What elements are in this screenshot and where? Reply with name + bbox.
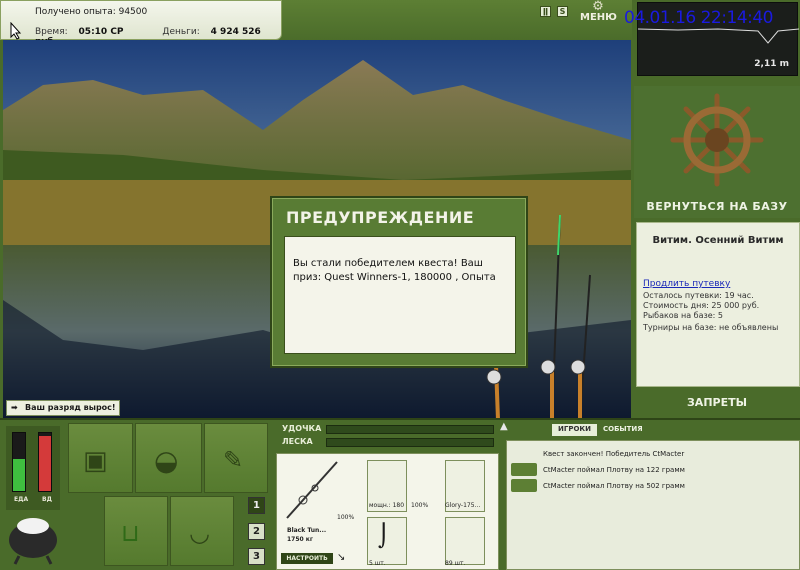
- dialog-message: Вы стали победителем квеста! Ваш приз: Q…: [284, 236, 516, 354]
- water-label: ВД: [42, 496, 52, 503]
- event-item: CtMacter поймал Плотву на 502 грамм: [543, 482, 685, 490]
- fish-icon: [511, 479, 537, 492]
- hooks-count: 5 шт.: [369, 560, 386, 567]
- rod-label: УДОЧКА: [282, 424, 322, 433]
- basket-icon: ⊔: [121, 519, 140, 547]
- arrow-down-right-icon: ↘: [337, 552, 346, 563]
- rod-weight: 1750 кг: [287, 536, 313, 543]
- return-to-base-button[interactable]: ВЕРНУТЬСЯ НА БАЗУ: [634, 200, 800, 213]
- depth-value: 2,11 m: [754, 59, 789, 69]
- experience-gained: Получено опыта: 94500: [35, 7, 148, 17]
- stat-day-cost: Стоимость дня: 25 000 руб.: [643, 301, 760, 310]
- hook-slot[interactable]: ⌡: [367, 517, 407, 565]
- rod-name: Black Tun...: [287, 527, 327, 534]
- rank-up-text: Ваш разряд вырос!: [25, 403, 116, 412]
- notes-slot[interactable]: ✎: [204, 423, 268, 493]
- cooking-pot-icon[interactable]: [6, 510, 60, 566]
- needs-meters: ЕДА ВД: [6, 426, 60, 510]
- dialog-title: ПРЕДУПРЕЖДЕНИЕ: [286, 208, 475, 227]
- warning-dialog: ПРЕДУПРЕЖДЕНИЕ Вы стали победителем квес…: [270, 196, 528, 368]
- rod-3[interactable]: [570, 274, 591, 420]
- setup-button[interactable]: НАСТРОИТЬ: [281, 553, 333, 564]
- fish-icon: [511, 463, 537, 476]
- stat-permit-left: Осталось путевки: 19 час.: [643, 291, 754, 300]
- bait-count: 89 шт.: [445, 560, 466, 567]
- base-panel: [634, 86, 800, 218]
- stat-tournaments: Турниры на базе: не объявлены: [643, 323, 779, 332]
- tackle-box-icon: ▣: [83, 446, 108, 476]
- pencil-icon: ✎: [223, 446, 244, 474]
- tackle-panel: Black Tun... 1750 кг 100% НАСТРОИТЬ ↘ мо…: [276, 453, 499, 570]
- slot-3-button[interactable]: 3: [248, 548, 265, 565]
- rod-tension-bar: [326, 425, 494, 434]
- rank-up-notice[interactable]: ➡ Ваш разряд вырос!: [6, 400, 120, 416]
- stat-anglers: Рыбаков на базе: 5: [643, 311, 723, 320]
- extend-permit-link[interactable]: Продлить путевку: [643, 279, 730, 289]
- food-label: ЕДА: [14, 496, 29, 503]
- reel-percent: 100%: [411, 502, 429, 509]
- events-panel: Квест закончен! Победитель CtMacter CtMa…: [506, 440, 800, 570]
- rod-1[interactable]: [486, 364, 502, 420]
- line-label: ЛЕСКА: [282, 437, 313, 446]
- mouse-cursor-icon: [10, 22, 22, 40]
- menu-button[interactable]: ⚙ МЕНЮ: [580, 0, 617, 24]
- food-basket-slot[interactable]: ⊔: [104, 496, 168, 566]
- bucket-slot[interactable]: ◡: [170, 496, 234, 566]
- sound-icon[interactable]: S: [557, 6, 568, 17]
- bag-slot[interactable]: ◒: [135, 423, 202, 493]
- water-meter: [38, 432, 52, 492]
- food-meter: [12, 432, 26, 492]
- tab-events[interactable]: СОБЫТИЯ: [597, 424, 649, 436]
- arrow-right-icon: ➡: [11, 403, 18, 412]
- location-name: Витим. Осенний Витим: [652, 235, 784, 246]
- money-label: Деньги:: [162, 27, 200, 37]
- player-info-box: Получено опыта: 94500 Время: 05:10 СР Де…: [0, 0, 282, 47]
- gear-icon: ⚙: [592, 0, 604, 14]
- header-icons: ǁ S: [540, 6, 568, 17]
- time-value: 05:10 СР: [78, 27, 124, 37]
- bucket-icon: ◡: [189, 519, 210, 547]
- bag-icon: ◒: [154, 444, 179, 477]
- hook-icon: ⌡: [378, 524, 390, 549]
- location-panel: Витим. Осенний Витим Продлить путевку Ос…: [636, 222, 800, 387]
- tackle-box-slot[interactable]: ▣: [68, 423, 133, 493]
- rod-percent: 100%: [337, 514, 355, 521]
- slot-2-button[interactable]: 2: [248, 523, 265, 540]
- line-tension-bar: [326, 438, 494, 447]
- lure-name: Glory-175...: [445, 502, 481, 509]
- tab-players[interactable]: ИГРОКИ: [552, 424, 597, 436]
- rod-2[interactable]: [540, 215, 561, 420]
- ship-wheel-icon[interactable]: [668, 92, 766, 188]
- pause-icon[interactable]: ǁ: [540, 6, 551, 17]
- pointer-icon: ▲: [500, 421, 508, 432]
- reel-power: мощн.: 180: [369, 502, 405, 509]
- events-tabs: ИГРОКИ СОБЫТИЯ: [552, 424, 649, 436]
- bait-slot[interactable]: [445, 517, 485, 565]
- clock-overlay: 04.01.16 22:14:40: [624, 8, 773, 28]
- menu-label: МЕНЮ: [580, 12, 617, 23]
- event-item: Квест закончен! Победитель CtMacter: [543, 450, 685, 458]
- rod-icon: [286, 461, 338, 519]
- event-item: CtMacter поймал Плотву на 122 грамм: [543, 466, 685, 474]
- bans-button[interactable]: ЗАПРЕТЫ: [634, 396, 800, 409]
- slot-1-button[interactable]: 1: [248, 497, 265, 514]
- time-label: Время:: [35, 27, 68, 37]
